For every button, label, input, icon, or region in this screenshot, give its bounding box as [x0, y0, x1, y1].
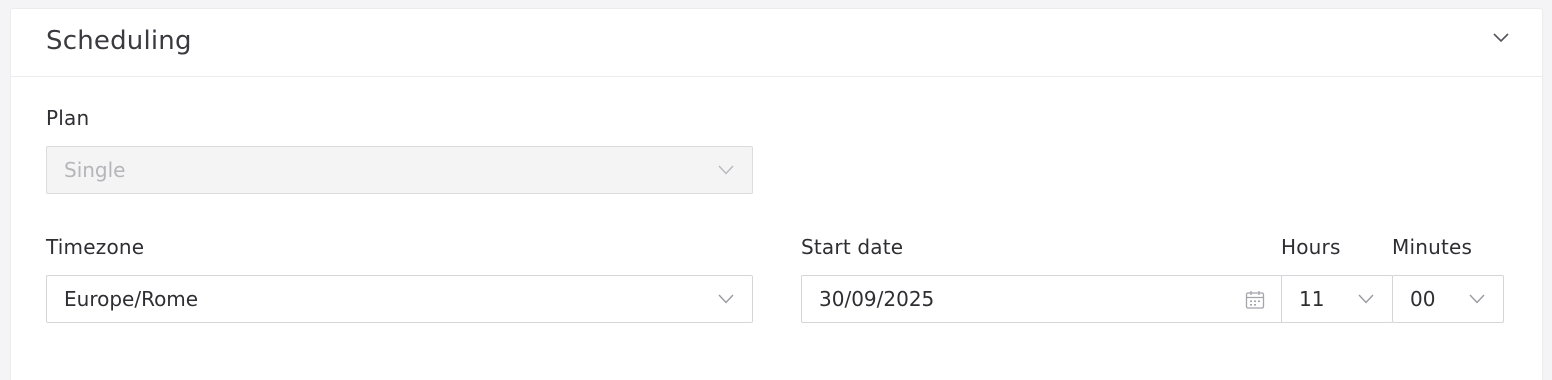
minutes-select[interactable]: 00 [1392, 275, 1504, 323]
timezone-select-value: Europe/Rome [64, 287, 199, 311]
minutes-label: Minutes [1392, 235, 1473, 259]
plan-select: Single [46, 146, 753, 194]
plan-label: Plan [46, 106, 90, 130]
chevron-down-icon [1358, 293, 1374, 305]
hours-select[interactable]: 11 [1281, 275, 1393, 323]
chevron-down-icon [1469, 293, 1485, 305]
start-date-value: 30/09/2025 [819, 287, 935, 311]
timezone-select[interactable]: Europe/Rome [46, 275, 753, 323]
minutes-select-value: 00 [1410, 287, 1436, 311]
panel-title: Scheduling [46, 26, 192, 56]
chevron-down-icon [718, 293, 734, 305]
hours-select-value: 11 [1299, 287, 1325, 311]
chevron-down-icon [1490, 29, 1512, 47]
chevron-down-icon [718, 164, 734, 176]
plan-select-value: Single [64, 158, 126, 182]
start-date-input[interactable]: 30/09/2025 [801, 275, 1283, 323]
panel-header[interactable]: Scheduling [11, 9, 1542, 77]
start-date-label: Start date [801, 235, 904, 259]
timezone-label: Timezone [46, 235, 145, 259]
hours-label: Hours [1281, 235, 1341, 259]
collapse-toggle-button[interactable] [1490, 29, 1512, 47]
calendar-icon[interactable] [1245, 290, 1265, 310]
scheduling-panel: Scheduling Plan Single Timezone Europe/R… [10, 8, 1543, 380]
